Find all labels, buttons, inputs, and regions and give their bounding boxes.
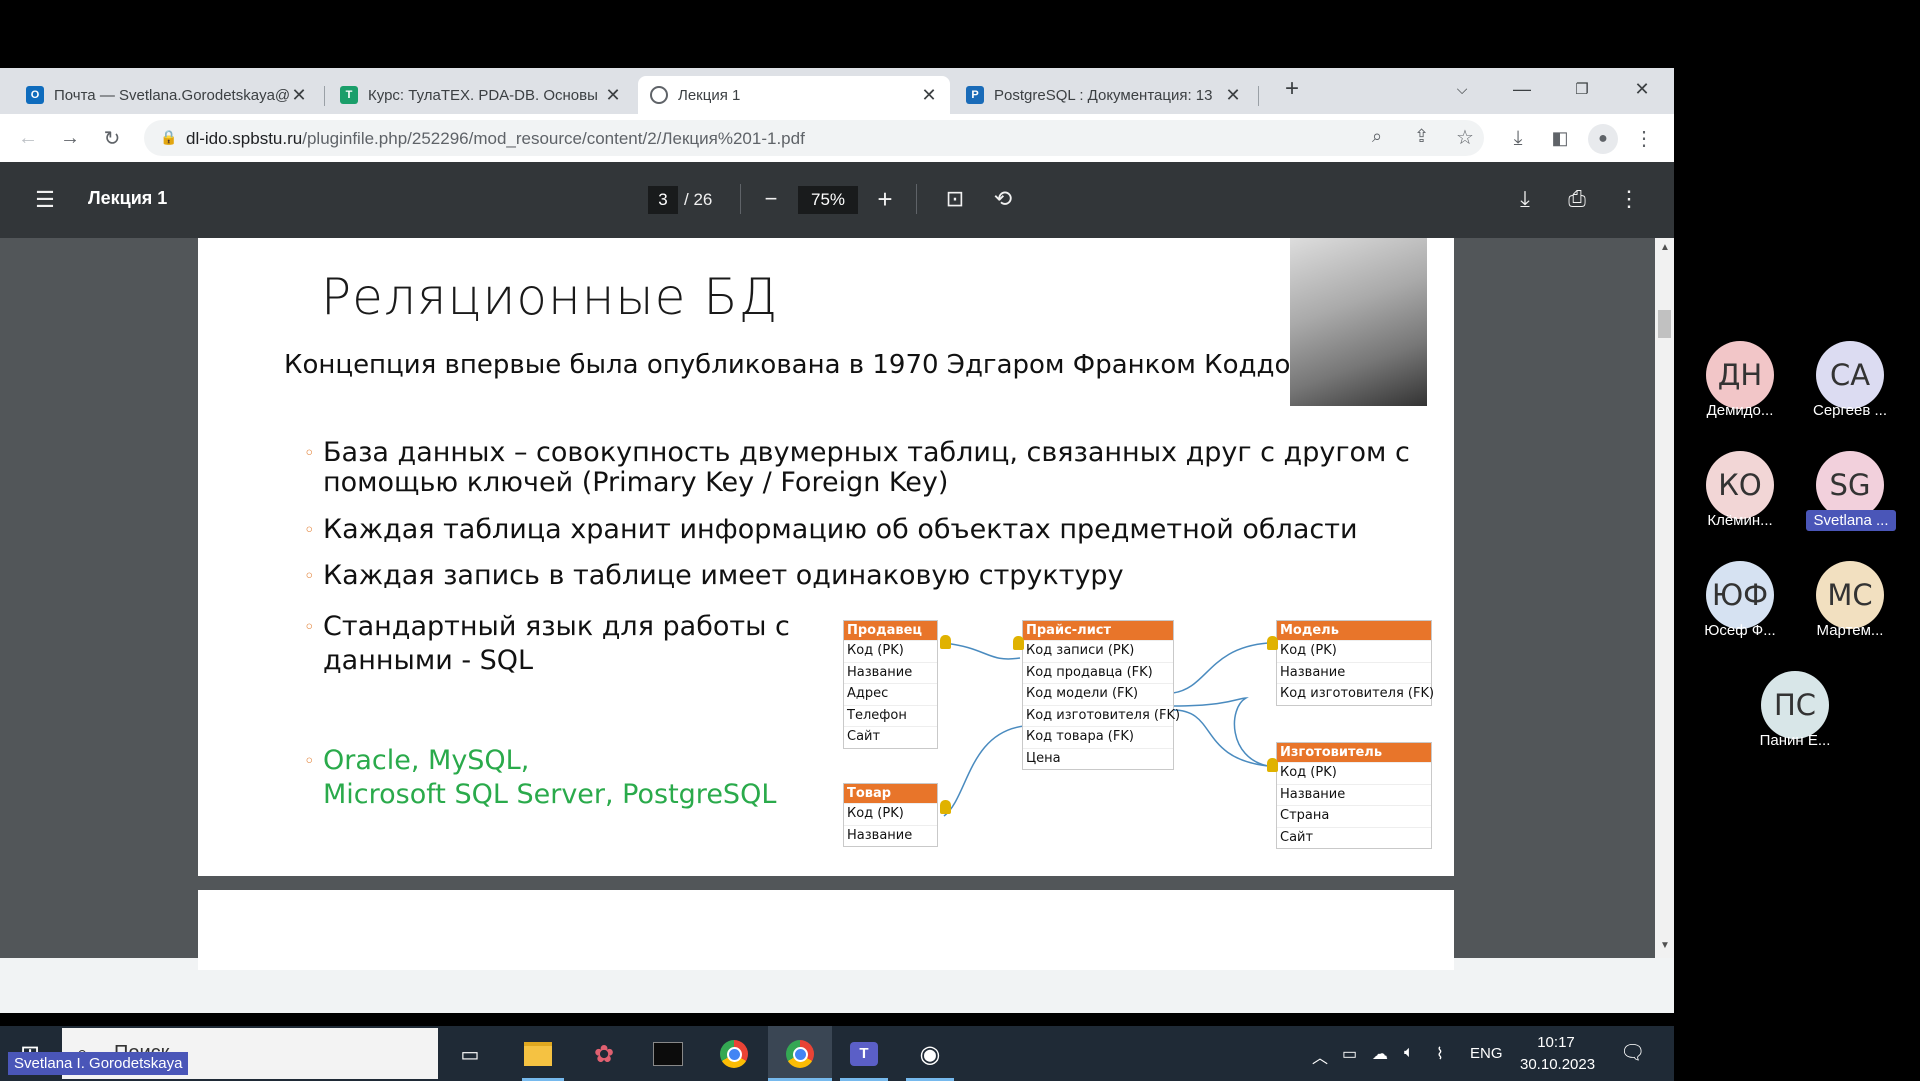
page-number-input[interactable]: 3 [648,186,678,214]
onedrive-icon[interactable]: ☁ [1372,1044,1388,1064]
new-tab-button[interactable]: + [1272,74,1312,104]
restore-button[interactable]: ❐ [1562,74,1602,104]
download-icon[interactable]: ⤓ [1504,124,1532,152]
key-icon [1267,636,1278,650]
print-icon[interactable]: ⎙ [1562,184,1592,214]
scrollbar-thumb[interactable] [1658,310,1671,338]
er-table-model: Модель Код (PK) Название Код изготовител… [1276,620,1434,706]
globe-icon [650,86,668,104]
address-toolbar: ← → ↻ 🔒 dl-ido.spbstu.ru/pluginfile.php/… [0,114,1674,162]
lock-icon: 🔒 [160,129,178,145]
chrome-icon[interactable] [718,1038,750,1070]
forward-icon[interactable]: → [56,124,84,152]
pdf-next-page [198,890,1454,970]
fit-page-icon[interactable]: ⊡ [940,184,970,214]
clock[interactable]: 10:17 30.10.2023 [1520,1032,1595,1076]
pdf-download-icon[interactable]: ⤓ [1510,184,1540,214]
participant-name: Сергеев ... [1813,402,1887,419]
language-indicator[interactable]: ENG [1470,1045,1503,1062]
participant-avatar[interactable]: СА [1816,341,1884,409]
app-icon[interactable]: ◉ [914,1038,946,1070]
volume-icon[interactable]: 🔈︎ [1404,1044,1414,1062]
close-tab-icon[interactable]: ✕ [604,85,622,106]
tab-lecture[interactable]: Лекция 1 ✕ [638,76,950,114]
er-table-price-list: Прайс-лист Код записи (PK) Код продавца … [1022,620,1180,770]
pdf-more-icon[interactable]: ⋮ [1614,184,1644,214]
battery-icon[interactable]: ▭ [1342,1044,1357,1064]
url-host: dl-ido.spbstu.ru [186,129,303,148]
key-icon [940,800,951,814]
share-icon[interactable]: ⇪ [1414,126,1429,147]
pdf-title: Лекция 1 [88,188,168,208]
windows-taskbar: ⊞ ⌕ Поиск ▭ ✿ T ◉ ︿ ▭ ☁ 🔈︎ ⌇ EN [0,1026,1674,1081]
task-view-icon[interactable]: ▭ [454,1038,486,1070]
reload-icon[interactable]: ↻ [98,124,126,152]
minimize-button[interactable]: — [1502,74,1542,104]
tab-postgresql[interactable]: P PostgreSQL : Документация: 13 ✕ [954,76,1254,114]
tray-overflow-icon[interactable]: ︿ [1312,1044,1328,1068]
scroll-down-icon[interactable]: ▼ [1660,940,1670,951]
close-tab-icon[interactable]: ✕ [920,85,938,106]
bookmark-star-icon[interactable]: ☆ [1456,125,1474,150]
participant-name-active: Svetlana ... [1806,510,1896,531]
vertical-scrollbar[interactable]: ▲ ▼ [1655,238,1674,958]
zoom-out-icon[interactable]: − [756,184,786,214]
er-table-prodavec: Продавец Код (PK) Название Адрес Телефон… [843,620,938,749]
paint-icon[interactable]: ✿ [588,1038,620,1070]
course-icon: T [340,86,358,104]
url-path: /pluginfile.php/252296/mod_resource/cont… [302,129,805,148]
terminal-icon[interactable] [652,1038,684,1070]
menu-kebab-icon[interactable]: ⋮ [1630,124,1658,152]
pdf-page: Реляционные БД Концепция впервые была оп… [198,238,1454,876]
participant-avatar[interactable]: ПС [1761,671,1829,739]
tab-search-icon[interactable]: ⌵ [1442,74,1482,104]
participant-name: Клёмин... [1707,512,1773,529]
er-table-tovar: Товар Код (PK) Название [843,783,938,847]
participant-name: Мартем... [1816,622,1884,639]
zoom-in-icon[interactable]: + [870,184,900,214]
hamburger-menu-icon[interactable]: ☰ [30,186,60,214]
outlook-icon: O [26,86,44,104]
rotate-icon[interactable]: ⟲ [988,184,1018,214]
postgres-icon: P [966,86,984,104]
key-icon [1013,636,1024,650]
scroll-up-icon[interactable]: ▲ [1660,242,1670,253]
er-table-izgotovitel: Изготовитель Код (PK) Название Страна Са… [1276,742,1432,849]
participant-avatar[interactable]: МС [1816,561,1884,629]
browser-window: O Почта — Svetlana.Gorodetskaya@ ✕ T Кур… [0,68,1674,1081]
notifications-icon[interactable]: 🗨︎ [1620,1040,1645,1065]
close-window-button[interactable]: ✕ [1622,74,1662,104]
zoom-level-input[interactable]: 75% [798,186,858,214]
pdf-toolbar: ☰ Лекция 1 3 / 26 − 75% + ⊡ ⟲ ⤓ ⎙ ⋮ [0,162,1674,238]
tab-mail[interactable]: O Почта — Svetlana.Gorodetskaya@ ✕ [14,76,320,114]
network-icon[interactable]: ⌇ [1436,1044,1444,1064]
page-total: / 26 [684,190,713,209]
presenter-label: Svetlana I. Gorodetskaya [8,1052,189,1075]
address-bar[interactable]: 🔒 dl-ido.spbstu.ru/pluginfile.php/252296… [144,120,1484,156]
participant-avatar[interactable]: ДН [1706,341,1774,409]
participant-name: Панин Е... [1759,732,1831,749]
chrome-active-icon[interactable] [784,1038,816,1070]
participant-avatar[interactable]: ЮФ [1706,561,1774,629]
participant-name: Юсеф Ф... [1704,622,1776,639]
pdf-viewport[interactable]: Реляционные БД Концепция впервые была оп… [0,238,1674,970]
profile-icon[interactable]: ● [1588,124,1618,154]
file-explorer-icon[interactable] [522,1038,554,1070]
close-tab-icon[interactable]: ✕ [290,85,308,106]
close-tab-icon[interactable]: ✕ [1224,85,1242,106]
zoom-icon[interactable]: ⌕ [1372,126,1382,147]
participant-name: Демидо... [1706,402,1774,419]
participant-avatar[interactable]: SG [1816,451,1884,519]
tab-course[interactable]: T Курс: ТулаТЕХ. PDA-DB. Основы ✕ [328,76,634,114]
er-relationship-lines [943,642,1269,817]
key-icon [940,635,951,649]
teams-icon[interactable]: T [848,1038,880,1070]
tab-strip: O Почта — Svetlana.Gorodetskaya@ ✕ T Кур… [0,68,1674,114]
key-icon [1267,758,1278,772]
participant-avatar[interactable]: КО [1706,451,1774,519]
back-icon[interactable]: ← [14,124,42,152]
side-panel-icon[interactable]: ◧ [1546,124,1574,152]
